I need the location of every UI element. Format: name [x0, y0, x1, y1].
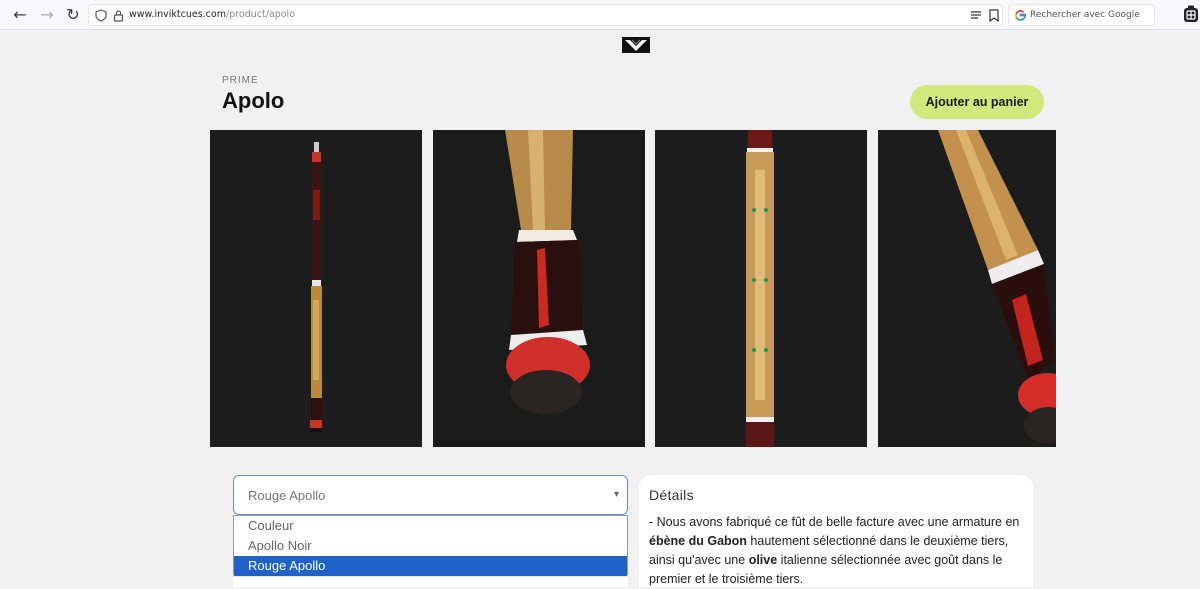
- details-bold-2: olive: [748, 553, 778, 567]
- select-panel-bottom: [233, 576, 628, 587]
- details-text-1: - Nous avons fabriqué ce fût de belle fa…: [649, 515, 1020, 529]
- details-bold-1: ébène du Gabon: [649, 534, 747, 548]
- lock-icon[interactable]: [113, 9, 124, 22]
- chevron-down-icon: ▾: [614, 489, 620, 500]
- option-rouge-apollo[interactable]: Rouge Apollo: [234, 556, 627, 576]
- search-bar[interactable]: Rechercher avec Google: [1008, 4, 1155, 26]
- url-host: www.inviktcues.com: [129, 9, 226, 20]
- add-to-cart-button[interactable]: Ajouter au panier: [910, 85, 1044, 119]
- reader-view-icon[interactable]: [971, 10, 981, 20]
- google-icon: [1015, 10, 1026, 21]
- product-category: PRIME: [222, 75, 259, 86]
- search-placeholder: Rechercher avec Google: [1030, 10, 1140, 20]
- brand-logo-icon[interactable]: [622, 37, 650, 53]
- color-select[interactable]: Rouge Apollo ▾: [233, 475, 628, 515]
- product-photo-2[interactable]: [433, 130, 645, 447]
- url-path: /product/apolo: [225, 9, 296, 20]
- back-arrow-icon[interactable]: ←: [10, 5, 30, 25]
- reload-icon[interactable]: ↻: [63, 5, 83, 25]
- browser-toolbar: ← → ↻ www.inviktcues.com/product/apolo R…: [0, 0, 1200, 30]
- extension-icon[interactable]: [1183, 5, 1199, 23]
- details-heading: Détails: [649, 487, 694, 503]
- option-couleur[interactable]: Couleur: [234, 516, 627, 536]
- details-text: - Nous avons fabriqué ce fût de belle fa…: [649, 513, 1027, 589]
- product-photo-3[interactable]: [655, 130, 867, 447]
- product-photo-4[interactable]: [878, 130, 1056, 447]
- bookmark-icon[interactable]: [989, 9, 999, 22]
- product-photo-1[interactable]: [210, 130, 422, 447]
- url-text[interactable]: www.inviktcues.com/product/apolo: [129, 9, 295, 20]
- option-apollo-noir[interactable]: Apollo Noir: [234, 536, 627, 556]
- forward-arrow-icon[interactable]: →: [37, 5, 57, 25]
- address-bar[interactable]: www.inviktcues.com/product/apolo: [88, 4, 1003, 26]
- details-panel: Détails - Nous avons fabriqué ce fût de …: [639, 475, 1033, 587]
- color-dropdown-list: Couleur Apollo Noir Rouge Apollo: [233, 515, 628, 576]
- product-title: Apolo: [222, 88, 285, 113]
- shield-icon[interactable]: [95, 9, 107, 22]
- color-select-value: Rouge Apollo: [248, 488, 326, 503]
